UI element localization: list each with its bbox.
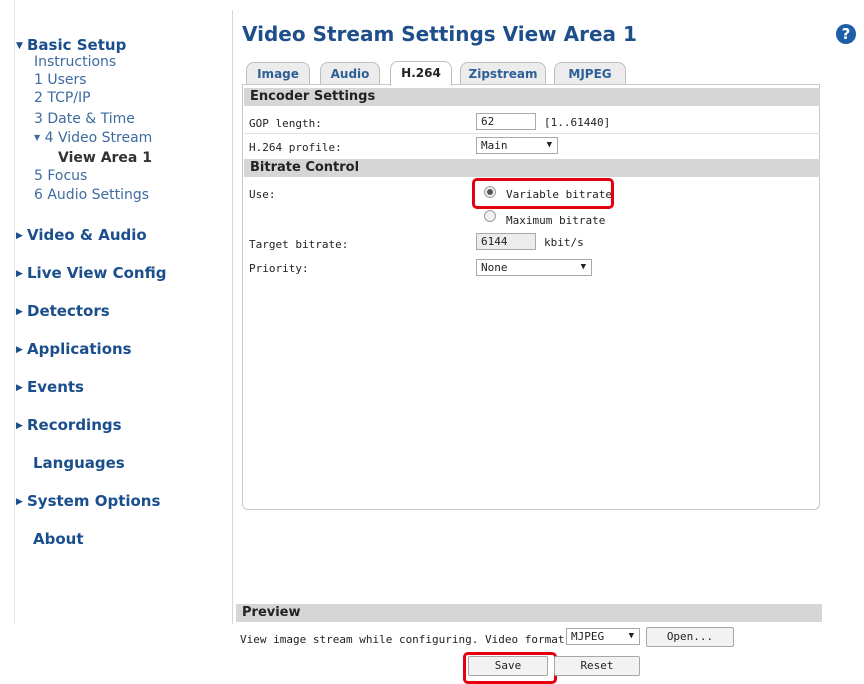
sidebar-live-view-config[interactable]: ▶ Live View Config [16,264,166,282]
sidebar-languages[interactable]: Languages [33,454,125,472]
page-title: Video Stream Settings View Area 1 [242,22,637,46]
sidebar-video-audio[interactable]: ▶ Video & Audio [16,226,147,244]
sidebar-detectors[interactable]: ▶ Detectors [16,302,110,320]
sidebar-applications[interactable]: ▶ Applications [16,340,132,358]
sidebar-basic-setup[interactable]: ▼ Basic Setup [16,36,126,54]
sidebar-item-tcpip[interactable]: 2 TCP/IP [34,90,91,106]
maximum-bitrate-label[interactable]: Maximum bitrate [506,214,605,227]
reset-button[interactable]: Reset [554,656,640,676]
variable-bitrate-highlight [472,178,614,209]
sidebar-recordings[interactable]: ▶ Recordings [16,416,122,434]
sidebar-item-date-time[interactable]: 3 Date & Time [34,111,135,127]
sidebar-item-video-stream[interactable]: ▼ 4 Video Stream [34,130,152,146]
tab-zipstream[interactable]: Zipstream [460,62,546,85]
left-border [14,0,15,624]
maximum-bitrate-radio[interactable] [484,210,496,222]
priority-label: Priority: [249,262,309,275]
h264-profile-label: H.264 profile: [249,141,342,154]
chevron-right-icon: ▶ [16,231,23,241]
dropdown-arrow-icon: ▼ [628,631,634,641]
row-divider [244,133,820,134]
sidebar-about[interactable]: About [33,530,84,548]
gop-range-hint: [1..61440] [544,116,611,129]
target-bitrate-input[interactable]: 6144 [476,233,536,250]
video-format-select[interactable]: MJPEG ▼ [566,628,640,645]
use-label: Use: [249,188,276,201]
tab-mjpeg[interactable]: MJPEG [554,62,626,85]
open-button[interactable]: Open... [646,627,734,647]
chevron-right-icon: ▶ [16,421,23,431]
sidebar-item-audio-settings[interactable]: 6 Audio Settings [34,187,149,203]
target-bitrate-unit: kbit/s [544,236,584,249]
preview-description: View image stream while configuring. Vid… [240,633,572,646]
help-icon[interactable]: ? [836,24,856,44]
chevron-right-icon: ▶ [16,307,23,317]
chevron-down-icon: ▼ [16,41,23,51]
chevron-right-icon: ▶ [16,269,23,279]
sidebar-item-focus[interactable]: 5 Focus [34,168,87,184]
sidebar-system-options[interactable]: ▶ System Options [16,492,160,510]
sidebar-divider [232,10,233,624]
tab-audio[interactable]: Audio [320,62,380,85]
tab-h264[interactable]: H.264 [390,61,452,86]
target-bitrate-label: Target bitrate: [249,238,349,251]
preview-heading: Preview [236,604,822,622]
sidebar-events[interactable]: ▶ Events [16,378,84,396]
sidebar-item-users[interactable]: 1 Users [34,72,87,88]
dropdown-arrow-icon: ▼ [580,262,586,272]
chevron-right-icon: ▶ [16,497,23,507]
bitrate-control-heading: Bitrate Control [244,159,820,177]
gop-length-input[interactable]: 62 [476,113,536,130]
encoder-settings-heading: Encoder Settings [244,88,820,106]
sidebar-item-view-area-1[interactable]: View Area 1 [58,150,152,166]
chevron-down-icon: ▼ [34,133,41,142]
dropdown-arrow-icon: ▼ [546,140,552,150]
chevron-right-icon: ▶ [16,383,23,393]
save-button-highlight [463,652,557,684]
priority-select[interactable]: None ▼ [476,259,592,276]
chevron-right-icon: ▶ [16,345,23,355]
gop-length-label: GOP length: [249,117,322,130]
h264-profile-select[interactable]: Main ▼ [476,137,558,154]
sidebar-item-instructions[interactable]: Instructions [34,54,116,70]
tab-image[interactable]: Image [246,62,310,85]
